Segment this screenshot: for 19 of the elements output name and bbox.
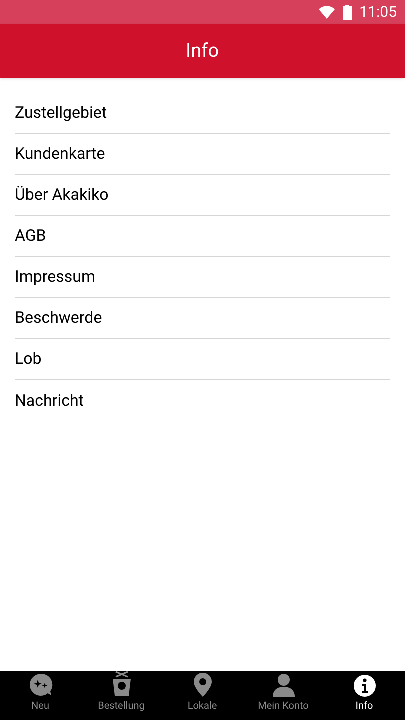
nav-tab[interactable]: Info [324,671,405,720]
menu-item[interactable]: Lob [15,339,390,380]
clock-time: 11:05 [360,2,397,23]
nav-tab[interactable]: Mein Konto [243,671,324,720]
menu-item[interactable]: Impressum [15,257,390,298]
menu-item[interactable]: Nachricht [15,380,390,421]
menu-item[interactable]: Beschwerde [15,298,390,339]
wifi-icon [318,6,335,18]
menu-item[interactable]: AGB [15,216,390,257]
menu-item[interactable]: Zustellgebiet [15,93,390,134]
nav-tab[interactable]: Lokale [162,671,243,720]
person-icon [272,673,294,697]
info-icon [354,675,376,697]
nav-tab[interactable]: Neu [0,671,81,720]
menu-item[interactable]: Über Akakiko [15,175,390,216]
battery-icon [342,4,352,20]
menu-item[interactable]: Kundenkarte [15,134,390,175]
nav-tab[interactable]: Bestellung [81,671,162,720]
header-title: Info [186,38,220,64]
